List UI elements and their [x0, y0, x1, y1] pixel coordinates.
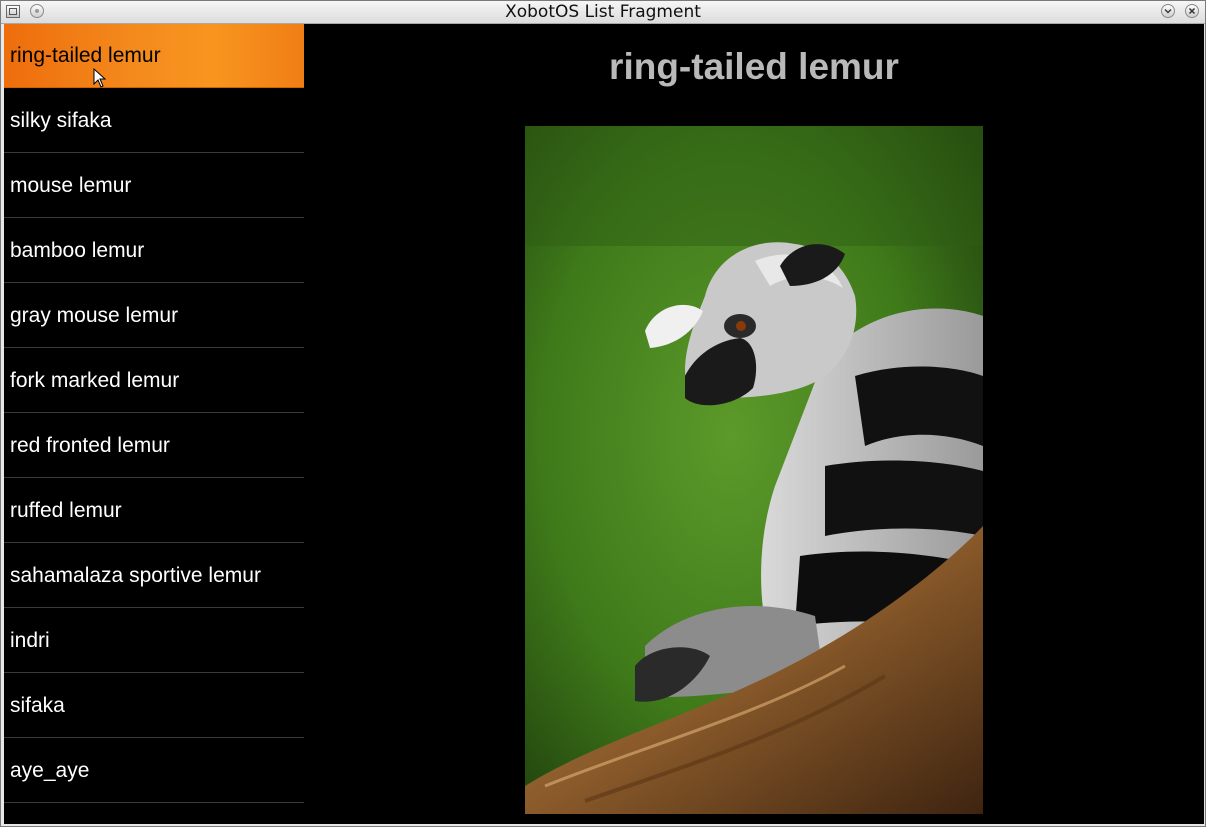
minimize-icon[interactable]	[1161, 4, 1175, 18]
list-item[interactable]: aye_aye	[4, 739, 304, 803]
list-item[interactable]: fork marked lemur	[4, 349, 304, 413]
list-item[interactable]: indri	[4, 609, 304, 673]
list-item[interactable]: silky sifaka	[4, 89, 304, 153]
list-item[interactable]: sahamalaza sportive lemur	[4, 544, 304, 608]
lemur-list[interactable]: ring-tailed lemur silky sifaka mouse lem…	[4, 24, 304, 824]
list-item[interactable]: ruffed lemur	[4, 479, 304, 543]
app-window: XobotOS List Fragment ring-tailed lemur …	[0, 0, 1206, 827]
app-content: ring-tailed lemur silky sifaka mouse lem…	[4, 24, 1204, 824]
mouse-pointer-icon	[93, 67, 107, 88]
list-item[interactable]: gray mouse lemur	[4, 284, 304, 348]
list-item[interactable]: mouse lemur	[4, 154, 304, 218]
detail-title: ring-tailed lemur	[609, 46, 899, 87]
window-title: XobotOS List Fragment	[505, 2, 701, 22]
list-item[interactable]: ring-tailed lemur	[4, 24, 304, 88]
close-icon[interactable]	[1185, 4, 1199, 18]
detail-pane: ring-tailed lemur	[304, 24, 1204, 824]
list-item[interactable]: sifaka	[4, 674, 304, 738]
list-item[interactable]: bamboo lemur	[4, 219, 304, 283]
lemur-photo	[525, 126, 983, 814]
title-bar[interactable]: XobotOS List Fragment	[1, 1, 1205, 24]
list-item[interactable]: red fronted lemur	[4, 414, 304, 478]
